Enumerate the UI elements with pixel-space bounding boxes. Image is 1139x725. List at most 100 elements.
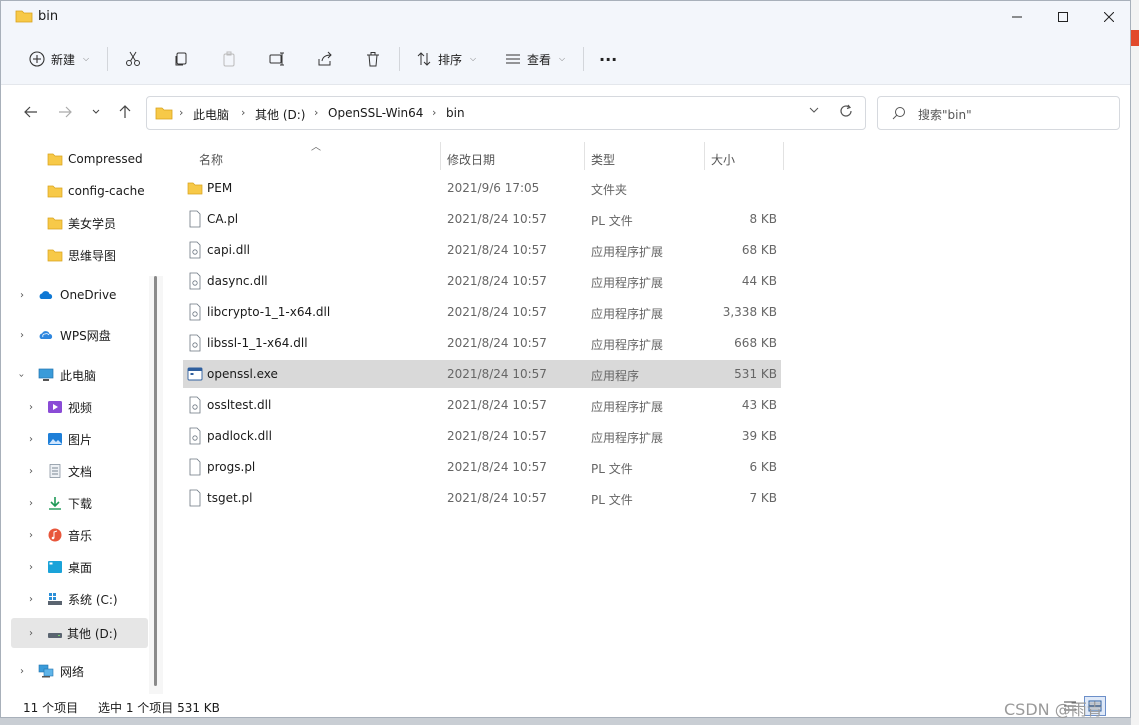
recent-locations-button[interactable]: [86, 102, 106, 122]
file-name: dasync.dll: [207, 274, 268, 288]
file-row[interactable]: libcrypto-1_1-x64.dll 2021/8/24 10:57 应用…: [183, 298, 781, 326]
breadcrumb-drive-d[interactable]: 其他 (D:): [255, 106, 305, 123]
chevron-right-icon[interactable]: ›: [29, 498, 33, 509]
file-row[interactable]: libssl-1_1-x64.dll 2021/8/24 10:57 应用程序扩…: [183, 329, 781, 357]
chevron-right-icon[interactable]: ›: [29, 402, 33, 413]
view-list-icon: [506, 54, 520, 64]
sidebar-item-music[interactable]: › 音乐: [1, 520, 151, 550]
file-row[interactable]: ossltest.dll 2021/8/24 10:57 应用程序扩展 43 K…: [183, 391, 781, 419]
maximize-button[interactable]: [1040, 1, 1086, 33]
up-button[interactable]: [115, 102, 135, 122]
chevron-right-icon[interactable]: ›: [29, 628, 33, 639]
share-button[interactable]: [317, 45, 333, 73]
column-divider[interactable]: [584, 142, 585, 170]
wps-cloud-icon: [39, 331, 53, 339]
refresh-button[interactable]: [839, 104, 853, 122]
chevron-right-icon[interactable]: ›: [20, 290, 24, 301]
dll-icon: [189, 272, 201, 290]
file-size: 39 KB: [741, 429, 777, 443]
column-header-size[interactable]: 大小: [711, 146, 735, 172]
copy-button[interactable]: [173, 45, 189, 73]
sidebar-item-downloads[interactable]: › 下载: [1, 488, 151, 518]
chevron-right-icon[interactable]: ›: [20, 330, 24, 341]
address-history-dropdown[interactable]: [809, 105, 819, 118]
paste-button[interactable]: [221, 45, 237, 73]
column-divider[interactable]: [440, 142, 441, 170]
sidebar-item-label: 图片: [68, 432, 93, 447]
scissors-icon: [126, 51, 140, 66]
title-bar[interactable]: bin: [1, 1, 1130, 33]
folder-icon: [155, 107, 173, 120]
file-row[interactable]: tsget.pl 2021/8/24 10:57 PL 文件 7 KB: [183, 484, 781, 512]
sort-button[interactable]: 排序 ⌵: [416, 45, 476, 73]
breadcrumb-bin[interactable]: bin: [446, 106, 465, 120]
sidebar-item-pictures[interactable]: › 图片: [1, 424, 151, 454]
search-icon: [892, 107, 905, 120]
column-header-date[interactable]: 修改日期: [447, 146, 495, 172]
column-header-name[interactable]: 名称: [199, 146, 223, 172]
close-button[interactable]: [1086, 1, 1130, 33]
minimize-button[interactable]: [994, 1, 1040, 33]
sidebar-item-mindmap[interactable]: 思维导图: [1, 240, 151, 270]
file-row[interactable]: capi.dll 2021/8/24 10:57 应用程序扩展 68 KB: [183, 236, 781, 264]
column-header-type[interactable]: 类型: [591, 146, 615, 172]
background-window: [1131, 0, 1139, 725]
file-type: 应用程序扩展: [591, 276, 664, 290]
refresh-icon: [840, 104, 852, 117]
sidebar-item-compressed[interactable]: Compressed: [1, 144, 151, 174]
sidebar-item-label: 思维导图: [68, 248, 117, 263]
navigation-pane: Compressed config-cache 美女学员 思维导图 › OneD…: [1, 138, 163, 694]
sidebar-item-drive-d[interactable]: › 其他 (D:): [11, 618, 148, 648]
sidebar-item-this-pc[interactable]: › 此电脑: [1, 360, 151, 390]
sidebar-item-desktop[interactable]: › 桌面: [1, 552, 151, 582]
sidebar-item-onedrive[interactable]: › OneDrive: [1, 280, 151, 310]
file-date: 2021/8/24 10:57: [447, 460, 547, 474]
address-bar[interactable]: › 此电脑 › 其他 (D:) › OpenSSL-Win64 › bin: [146, 96, 866, 130]
sidebar-scrollbar[interactable]: [149, 276, 163, 694]
breadcrumb-openssl[interactable]: OpenSSL-Win64: [328, 106, 423, 120]
folder-icon: [15, 10, 33, 23]
video-icon: [48, 401, 62, 413]
new-button[interactable]: 新建 ⌵: [29, 45, 89, 73]
more-options-button[interactable]: ···: [599, 45, 617, 73]
file-row[interactable]: dasync.dll 2021/8/24 10:57 应用程序扩展 44 KB: [183, 267, 781, 295]
sidebar-item-config-cache[interactable]: config-cache: [1, 176, 151, 206]
sidebar-item-network[interactable]: › 网络: [1, 656, 151, 686]
folder-icon: [47, 185, 63, 198]
sidebar-item-drive-c[interactable]: › 系统 (C:): [1, 584, 151, 614]
view-button[interactable]: 查看 ⌵: [505, 45, 565, 73]
chevron-right-icon[interactable]: ›: [20, 666, 24, 677]
search-box[interactable]: 搜索"bin": [877, 96, 1120, 130]
file-row[interactable]: padlock.dll 2021/8/24 10:57 应用程序扩展 39 KB: [183, 422, 781, 450]
toolbar-divider: [583, 47, 584, 71]
chevron-right-icon[interactable]: ›: [29, 466, 33, 477]
column-divider[interactable]: [783, 142, 784, 170]
sidebar-item-label: 音乐: [68, 528, 93, 543]
dll-icon: [189, 241, 201, 259]
sidebar-item-wps[interactable]: › WPS网盘: [1, 320, 151, 350]
chevron-right-icon[interactable]: ›: [29, 530, 33, 541]
sidebar-item-documents[interactable]: › 文档: [1, 456, 151, 486]
item-count: 11 个项目: [23, 701, 79, 715]
sidebar-item-videos[interactable]: › 视频: [1, 392, 151, 422]
file-row[interactable]: PEM 2021/9/6 17:05 文件夹: [183, 174, 781, 202]
maximize-icon: [1058, 12, 1068, 22]
forward-button[interactable]: [55, 102, 75, 122]
chevron-down-icon[interactable]: ›: [16, 373, 27, 377]
chevron-right-icon[interactable]: ›: [29, 562, 33, 573]
column-divider[interactable]: [704, 142, 705, 170]
cut-button[interactable]: [125, 45, 141, 73]
chevron-right-icon[interactable]: ›: [29, 434, 33, 445]
file-row-selected[interactable]: openssl.exe 2021/8/24 10:57 应用程序 531 KB: [183, 360, 781, 388]
file-size: 8 KB: [749, 212, 777, 226]
chevron-right-icon[interactable]: ›: [29, 594, 33, 605]
sidebar-item-folder-3[interactable]: 美女学员: [1, 208, 151, 238]
back-button[interactable]: [21, 102, 41, 122]
scrollbar-thumb[interactable]: [154, 276, 157, 686]
file-date: 2021/8/24 10:57: [447, 491, 547, 505]
file-row[interactable]: progs.pl 2021/8/24 10:57 PL 文件 6 KB: [183, 453, 781, 481]
rename-button[interactable]: [269, 45, 287, 73]
file-row[interactable]: CA.pl 2021/8/24 10:57 PL 文件 8 KB: [183, 205, 781, 233]
breadcrumb-this-pc[interactable]: 此电脑: [193, 106, 229, 123]
delete-button[interactable]: [365, 45, 381, 73]
